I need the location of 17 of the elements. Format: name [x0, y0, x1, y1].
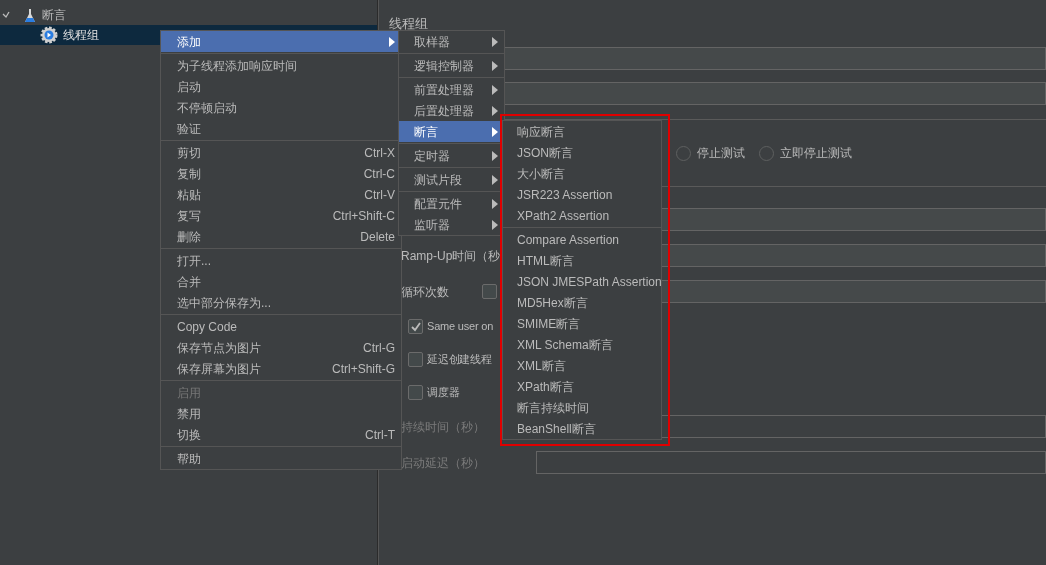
field-label: 持续时间（秒）	[401, 418, 485, 436]
field-label: 循环次数	[401, 283, 449, 301]
shortcut-label: Ctrl+Shift-G	[332, 360, 395, 378]
panel-title: 线程组	[389, 16, 429, 32]
shortcut-label: Ctrl+Shift-C	[332, 207, 395, 225]
radio-label: 立即停止测试	[780, 145, 852, 162]
shortcut-label: Ctrl-T	[365, 426, 395, 444]
checkbox-label: 延迟创建线程	[427, 351, 492, 367]
radio-label: 停止测试	[697, 145, 745, 162]
shortcut-label: Delete	[360, 228, 395, 246]
shortcut-label: Ctrl-G	[363, 339, 395, 357]
shortcut-label: Ctrl-X	[364, 144, 395, 162]
shortcut-label: Ctrl-C	[363, 165, 395, 183]
field-label: Ramp-Up时间（秒	[401, 247, 501, 265]
shortcut-label: Ctrl-V	[364, 186, 395, 204]
checkbox-label: 调度器	[427, 384, 460, 400]
checkbox-label: Same user on	[427, 318, 494, 334]
